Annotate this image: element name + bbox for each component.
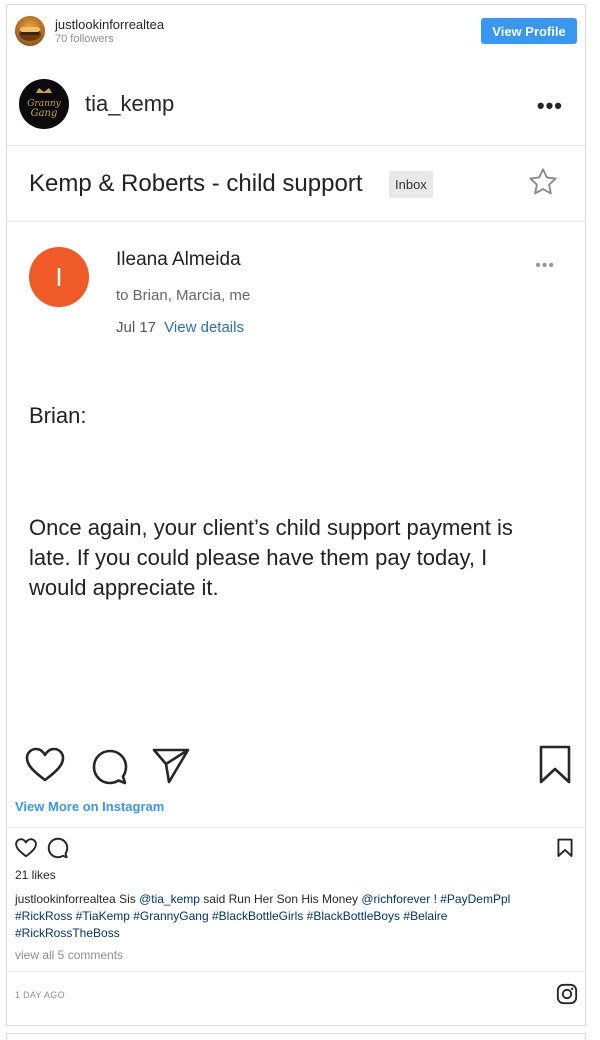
view-all-comments-link[interactable]: view all 5 comments [15,948,123,962]
inbox-badge: Inbox [389,171,433,198]
view-profile-button[interactable]: View Profile [481,18,577,44]
next-card-edge [6,1033,586,1040]
mention-link[interactable]: @tia_kemp [139,892,200,906]
instagram-embed-card: justlookinforrealtea 70 followers View P… [6,4,586,1026]
embed-header: justlookinforrealtea 70 followers View P… [7,5,585,57]
like-heart-icon[interactable] [25,747,65,788]
sender-name: Ileana Almeida [116,249,241,270]
message-more-icon: ••• [535,257,555,274]
divider [7,221,585,222]
divider [7,971,585,972]
instagram-logo-icon[interactable] [556,983,578,1010]
post-caption: justlookinforrealtea Sis @tia_kemp said … [15,891,575,942]
email-subject: Kemp & Roberts - child support [29,170,363,197]
avatar-logo-text-2: Gang [31,108,58,119]
hashtag-link[interactable]: #PayDemPpl [440,892,510,906]
recipients: to Brian, Marcia, me [116,287,251,304]
divider [7,145,585,146]
profile-avatar[interactable] [15,16,45,46]
follower-count: 70 followers [55,33,114,45]
comment-icon[interactable] [91,748,129,791]
more-options-icon: ••• [536,93,563,118]
email-body: Once again, your client’s child support … [29,515,513,600]
email-date: Jul 17 [116,319,157,336]
star-icon [527,166,559,203]
post-account-name: tia_kemp [85,91,175,116]
post-timestamp: 1 day ago [15,990,65,1000]
email-greeting: Brian: [29,403,87,428]
email-date-row: Jul 17 View details [116,319,244,336]
header-username[interactable]: justlookinforrealtea [55,17,164,32]
tia-kemp-avatar: Granny Gang [19,79,69,129]
like-heart-small-icon[interactable] [15,838,37,863]
caption-text: Sis [115,892,140,906]
save-bookmark-icon[interactable] [538,745,572,790]
divider [7,827,585,828]
view-details-link: View details [164,319,244,336]
hashtag-links[interactable]: #RickRoss #TiaKemp #GrannyGang #BlackBot… [15,909,447,923]
caption-text: ! [430,892,441,906]
comment-small-icon[interactable] [47,837,69,864]
caption-username[interactable]: justlookinforrealtea [15,892,116,906]
caption-text: said Run Her Son His Money [199,892,362,906]
share-send-icon[interactable] [151,747,191,790]
sender-avatar: I [29,247,89,307]
hashtag-link[interactable]: #RickRossTheBoss [15,926,120,940]
save-bookmark-small-icon[interactable] [557,838,573,863]
mention-link[interactable]: @richforever [361,892,430,906]
view-more-on-instagram-link[interactable]: View More on Instagram [15,799,164,814]
post-image[interactable]: Granny Gang tia_kemp ••• Kemp & Roberts … [7,57,585,745]
likes-count: 21 likes [15,868,56,882]
